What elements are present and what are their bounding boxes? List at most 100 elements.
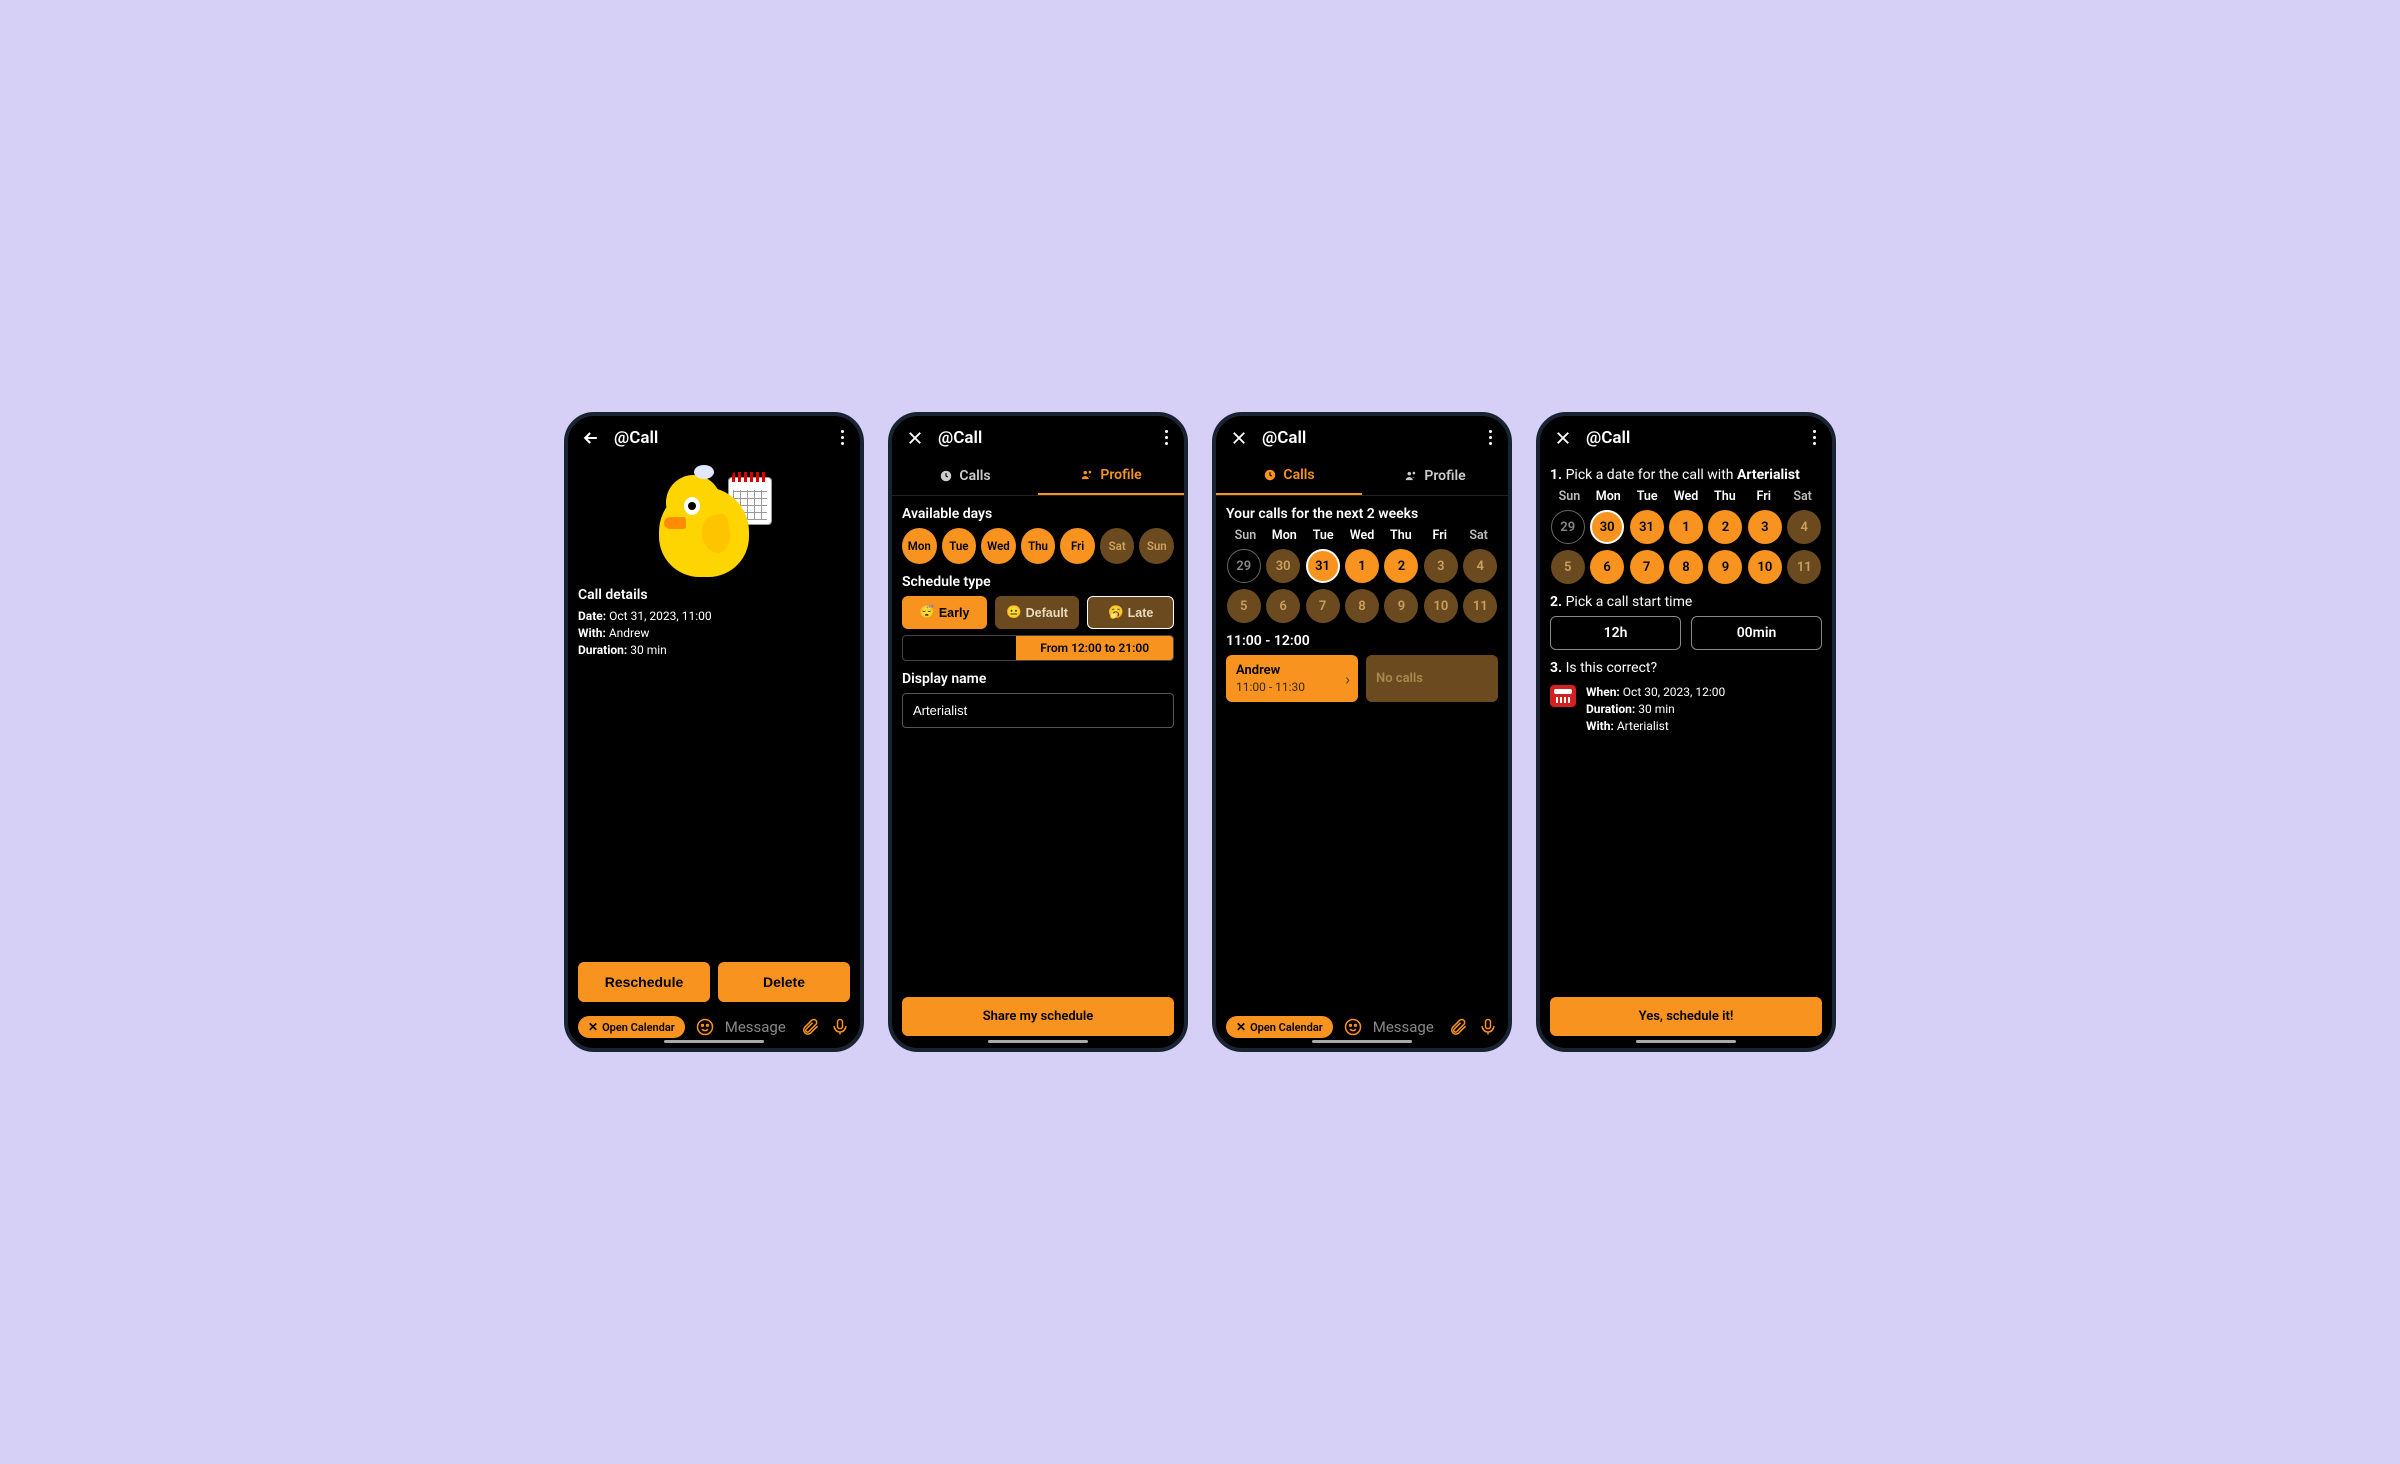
message-input[interactable]: Message <box>1373 1018 1438 1036</box>
available-days-label: Available days <box>902 506 1174 522</box>
cal-5[interactable]: 5 <box>1551 550 1585 584</box>
emoji-icon[interactable] <box>1343 1017 1363 1037</box>
cal-6[interactable]: 6 <box>1266 589 1300 623</box>
app-title: @Call <box>1262 428 1473 448</box>
open-calendar-pill[interactable]: ✕Open Calendar <box>578 1016 685 1038</box>
cal-1[interactable]: 1 <box>1669 510 1703 544</box>
calls-title: Your calls for the next 2 weeks <box>1226 506 1498 522</box>
cal-1[interactable]: 1 <box>1345 549 1379 583</box>
weekday-header: Sun Mon Tue Wed Thu Fri Sat <box>1550 489 1822 504</box>
home-indicator <box>664 1040 764 1043</box>
schedule-default-button[interactable]: 😐Default <box>995 596 1080 629</box>
cal-31[interactable]: 31 <box>1306 549 1340 583</box>
cal-9[interactable]: 9 <box>1708 550 1742 584</box>
step-3: 3. Is this correct? <box>1550 660 1822 676</box>
reschedule-button[interactable]: Reschedule <box>578 962 710 1002</box>
cal-3[interactable]: 3 <box>1748 510 1782 544</box>
close-icon[interactable] <box>1552 427 1574 449</box>
cal-11[interactable]: 11 <box>1463 589 1497 623</box>
home-indicator <box>1636 1040 1736 1043</box>
cal-7[interactable]: 7 <box>1630 550 1664 584</box>
tabs: Calls Profile <box>892 457 1184 496</box>
message-input[interactable]: Message <box>725 1018 790 1036</box>
app-title: @Call <box>1586 428 1797 448</box>
cal-5[interactable]: 5 <box>1227 589 1261 623</box>
detail-duration: Duration: 30 min <box>578 643 850 657</box>
tab-profile[interactable]: Profile <box>1038 457 1184 495</box>
day-sun[interactable]: Sun <box>1139 528 1174 564</box>
header: @Call <box>568 416 860 457</box>
cal-2[interactable]: 2 <box>1708 510 1742 544</box>
calendar-row-1: 29 30 31 1 2 3 4 <box>1226 549 1498 583</box>
emoji-icon[interactable] <box>695 1017 715 1037</box>
display-name-label: Display name <box>902 671 1174 687</box>
schedule-type-label: Schedule type <box>902 574 1174 590</box>
home-indicator <box>988 1040 1088 1043</box>
day-fri[interactable]: Fri <box>1060 528 1095 564</box>
day-mon[interactable]: Mon <box>902 528 937 564</box>
cal-8[interactable]: 8 <box>1345 589 1379 623</box>
more-icon[interactable] <box>1485 426 1496 449</box>
cal-7[interactable]: 7 <box>1306 589 1340 623</box>
mic-icon[interactable] <box>830 1017 850 1037</box>
hour-picker[interactable]: 12h <box>1550 616 1681 650</box>
step-2: 2. Pick a call start time <box>1550 594 1822 610</box>
cal-10[interactable]: 10 <box>1748 550 1782 584</box>
header: @Call <box>1216 416 1508 457</box>
calendar-row-2: 5 6 7 8 9 10 11 <box>1226 589 1498 623</box>
more-icon[interactable] <box>837 426 848 449</box>
back-arrow-icon[interactable] <box>580 427 602 449</box>
cal-29[interactable]: 29 <box>1551 510 1585 544</box>
mic-icon[interactable] <box>1478 1017 1498 1037</box>
attach-icon[interactable] <box>1448 1017 1468 1037</box>
call-card-andrew[interactable]: Andrew 11:00 - 11:30 › <box>1226 655 1358 702</box>
call-card-empty: No calls <box>1366 655 1498 702</box>
open-calendar-pill[interactable]: ✕Open Calendar <box>1226 1016 1333 1038</box>
cal-8[interactable]: 8 <box>1669 550 1703 584</box>
confirm-schedule-button[interactable]: Yes, schedule it! <box>1550 997 1822 1036</box>
cal-3[interactable]: 3 <box>1424 549 1458 583</box>
chevron-right-icon: › <box>1345 669 1350 688</box>
day-wed[interactable]: Wed <box>981 528 1016 564</box>
day-chips: Mon Tue Wed Thu Fri Sat Sun <box>902 528 1174 564</box>
screen-calls-list: @Call Calls Profile Your calls for the n… <box>1212 412 1512 1052</box>
more-icon[interactable] <box>1161 426 1172 449</box>
time-range-bar[interactable]: From 12:00 to 21:00 <box>902 635 1174 661</box>
app-title: @Call <box>614 428 825 448</box>
cal-29[interactable]: 29 <box>1227 549 1261 583</box>
tab-profile[interactable]: Profile <box>1362 457 1508 495</box>
schedule-early-button[interactable]: 😴Early <box>902 596 987 629</box>
attach-icon[interactable] <box>800 1017 820 1037</box>
cal-2[interactable]: 2 <box>1384 549 1418 583</box>
weekday-header: Sun Mon Tue Wed Thu Fri Sat <box>1226 528 1498 543</box>
screen-schedule-wizard: @Call 1. Pick a date for the call with A… <box>1536 412 1836 1052</box>
cal-4[interactable]: 4 <box>1787 510 1821 544</box>
cal-30[interactable]: 30 <box>1266 549 1300 583</box>
tab-calls[interactable]: Calls <box>1216 457 1362 495</box>
screen-call-details: @Call Call details Date: Oct 31, 2023, 1… <box>564 412 864 1052</box>
close-icon[interactable] <box>904 427 926 449</box>
cal-30[interactable]: 30 <box>1590 510 1624 544</box>
more-icon[interactable] <box>1809 426 1820 449</box>
tab-calls[interactable]: Calls <box>892 457 1038 495</box>
call-cards: Andrew 11:00 - 11:30 › No calls <box>1226 655 1498 702</box>
cal-9[interactable]: 9 <box>1384 589 1418 623</box>
day-sat[interactable]: Sat <box>1100 528 1135 564</box>
screen-profile: @Call Calls Profile Available days Mon T… <box>888 412 1188 1052</box>
day-tue[interactable]: Tue <box>942 528 977 564</box>
share-schedule-button[interactable]: Share my schedule <box>902 997 1174 1036</box>
detail-date: Date: Oct 31, 2023, 11:00 <box>578 609 850 623</box>
display-name-input[interactable] <box>902 693 1174 728</box>
minute-picker[interactable]: 00min <box>1691 616 1822 650</box>
cal-31[interactable]: 31 <box>1630 510 1664 544</box>
delete-button[interactable]: Delete <box>718 962 850 1002</box>
day-thu[interactable]: Thu <box>1021 528 1056 564</box>
phone-icon <box>1550 685 1576 707</box>
close-icon[interactable] <box>1228 427 1250 449</box>
cal-4[interactable]: 4 <box>1463 549 1497 583</box>
cal-11[interactable]: 11 <box>1787 550 1821 584</box>
cal-10[interactable]: 10 <box>1424 589 1458 623</box>
cal-6[interactable]: 6 <box>1590 550 1624 584</box>
time-slot-label: 11:00 - 12:00 <box>1226 633 1498 649</box>
schedule-late-button[interactable]: 🥱Late <box>1087 596 1174 629</box>
